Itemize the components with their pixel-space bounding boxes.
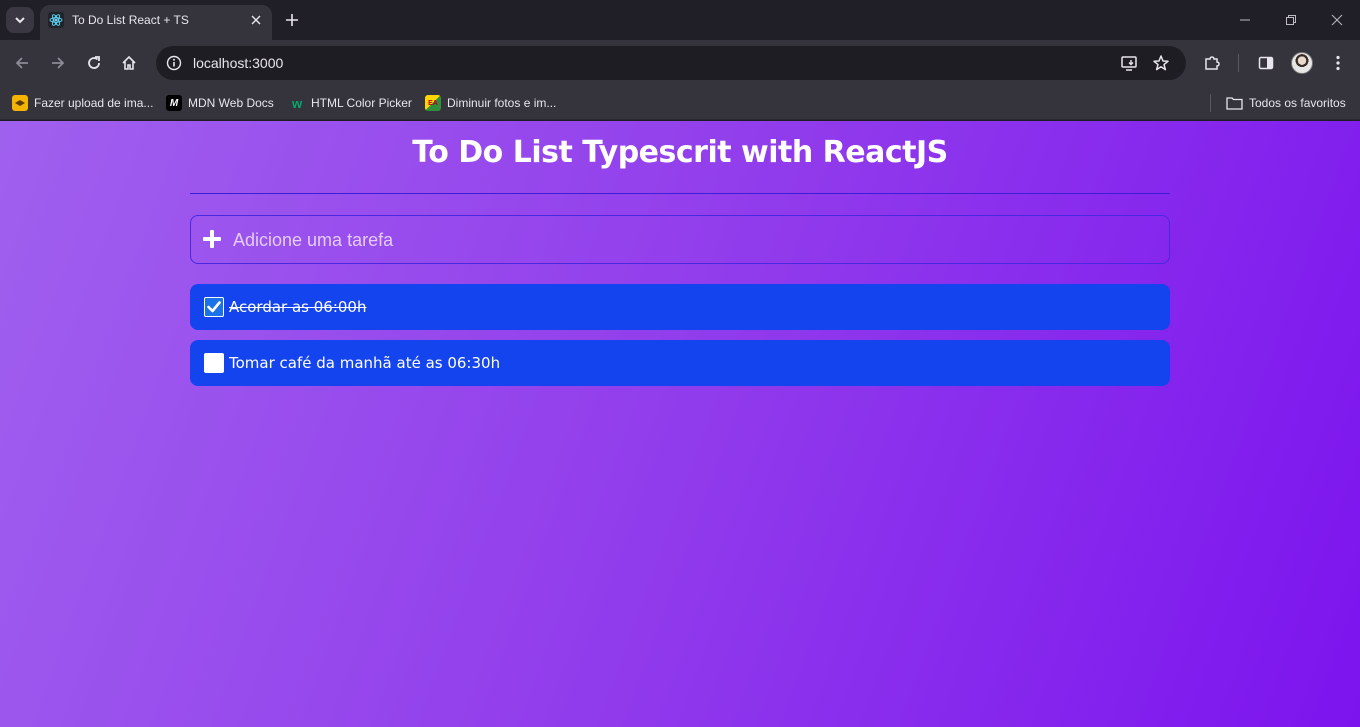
restore-icon — [1286, 15, 1296, 25]
arrow-right-icon — [52, 57, 65, 69]
side-panel-button[interactable] — [1254, 51, 1278, 75]
checkmark-icon — [207, 301, 221, 313]
back-button[interactable] — [10, 51, 34, 75]
bookmark-resize-images[interactable]: EA Diminuir fotos e im... — [425, 93, 556, 113]
minimize-button[interactable] — [1235, 10, 1255, 30]
folder-icon — [1226, 97, 1243, 110]
restore-button[interactable] — [1281, 10, 1301, 30]
home-icon — [122, 55, 136, 70]
tab-strip: To Do List React + TS — [0, 0, 1360, 40]
w3schools-icon: w — [291, 95, 303, 111]
task-label: Acordar as 06:00h — [229, 298, 367, 316]
page-title: To Do List Typescrit with ReactJS — [412, 135, 948, 170]
arrow-left-icon — [15, 57, 28, 69]
task-checkbox[interactable] — [204, 353, 224, 373]
bookmarks-divider — [1210, 94, 1211, 112]
bookmark-color-picker[interactable]: w HTML Color Picker — [289, 93, 412, 113]
address-text[interactable]: localhost:3000 — [193, 55, 283, 71]
easy-icon: EA — [425, 95, 441, 111]
task-item: Acordar as 06:00h — [190, 284, 1170, 330]
close-icon — [1331, 14, 1343, 26]
forward-button[interactable] — [46, 51, 70, 75]
react-icon — [48, 12, 64, 28]
reload-icon — [88, 56, 100, 69]
tab-title: To Do List React + TS — [72, 13, 189, 27]
upload-icon — [12, 95, 28, 111]
puzzle-icon — [1205, 56, 1220, 70]
page-viewport: To Do List Typescrit with ReactJS Acorda… — [0, 121, 1360, 727]
reload-button[interactable] — [82, 51, 106, 75]
task-item: Tomar café da manhã até as 06:30h — [190, 340, 1170, 386]
install-app-icon[interactable] — [1119, 53, 1139, 73]
site-info-icon[interactable] — [164, 53, 184, 73]
task-checkbox[interactable] — [204, 297, 224, 317]
address-bar[interactable]: localhost:3000 — [156, 46, 1186, 80]
home-button[interactable] — [117, 51, 141, 75]
tab-search-button[interactable] — [6, 7, 34, 33]
kebab-menu-icon — [1336, 55, 1340, 71]
bookmark-label: HTML Color Picker — [311, 96, 412, 110]
browser-tab[interactable]: To Do List React + TS — [40, 5, 272, 40]
side-panel-icon — [1258, 56, 1274, 70]
add-task-input[interactable] — [233, 226, 1153, 254]
bookmark-label: Diminuir fotos e im... — [447, 96, 557, 110]
chevron-down-icon — [15, 17, 25, 24]
browser-toolbar: localhost:3000 — [0, 40, 1360, 86]
plus-icon[interactable] — [203, 230, 221, 248]
bookmark-upload[interactable]: Fazer upload de ima... — [12, 93, 153, 113]
bookmarks-bar: Fazer upload de ima... M MDN Web Docs w … — [0, 86, 1360, 120]
plus-icon — [286, 14, 298, 26]
all-bookmarks-button[interactable]: Todos os favoritos — [1226, 93, 1346, 113]
close-window-button[interactable] — [1327, 10, 1347, 30]
new-tab-button[interactable] — [282, 10, 302, 30]
bookmark-label: Fazer upload de ima... — [34, 96, 154, 110]
add-task-form — [190, 215, 1170, 264]
extensions-button[interactable] — [1200, 51, 1224, 75]
minimize-icon — [1240, 19, 1250, 21]
title-divider — [190, 193, 1170, 194]
task-label: Tomar café da manhã até as 06:30h — [229, 354, 501, 372]
mdn-icon: M — [166, 95, 182, 111]
star-icon[interactable] — [1151, 53, 1171, 73]
all-bookmarks-label: Todos os favoritos — [1249, 96, 1346, 110]
menu-button[interactable] — [1326, 51, 1350, 75]
close-icon[interactable] — [248, 12, 264, 28]
bookmark-mdn[interactable]: M MDN Web Docs — [166, 93, 274, 113]
profile-avatar[interactable] — [1291, 52, 1313, 74]
bookmark-label: MDN Web Docs — [188, 96, 274, 110]
toolbar-divider — [1238, 54, 1239, 72]
